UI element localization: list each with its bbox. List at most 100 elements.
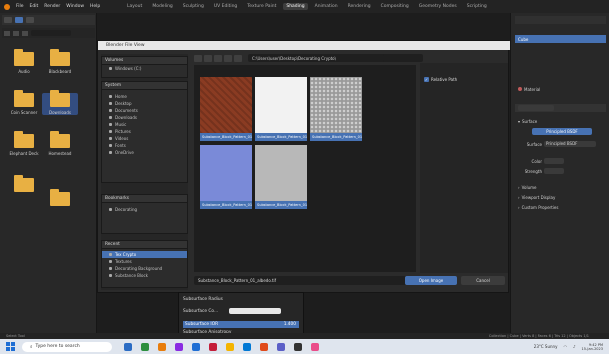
folder-item[interactable]: Blackbeard xyxy=(42,49,78,74)
parent-folder-icon[interactable] xyxy=(214,55,222,62)
system-item[interactable]: Videos xyxy=(102,135,187,142)
left-path-field[interactable] xyxy=(31,30,71,36)
folder-item[interactable]: Coin Scanner xyxy=(6,90,42,115)
select-button[interactable] xyxy=(26,17,34,23)
taskbar-app-icon[interactable] xyxy=(158,342,166,351)
system-item[interactable]: Fonts xyxy=(102,142,187,149)
folder-item[interactable]: Elephant Deck xyxy=(6,131,42,156)
folder-item[interactable]: Audio xyxy=(6,49,42,74)
view-button[interactable] xyxy=(15,17,23,23)
volume-icon[interactable]: ♪ xyxy=(573,344,576,349)
system-item[interactable]: Documents xyxy=(102,107,187,114)
image-thumbnail[interactable]: Substance_Block_Pattern_01_ao.tif xyxy=(255,77,307,141)
workspace-tab[interactable]: Texture Paint xyxy=(244,3,279,10)
recent-item[interactable]: Textures xyxy=(102,258,187,265)
viewport-display-section[interactable]: › Viewport Display xyxy=(515,193,606,201)
windows-start-icon[interactable] xyxy=(6,342,15,351)
system-item[interactable]: Desktop xyxy=(102,100,187,107)
system-item[interactable]: Downloads xyxy=(102,114,187,121)
workspace-tab[interactable]: Rendering xyxy=(345,3,374,10)
workspace-tab[interactable]: UV Editing xyxy=(211,3,240,10)
forward-arrow-icon[interactable] xyxy=(204,55,212,62)
taskbar-app-icon[interactable] xyxy=(243,342,251,351)
popup-text-field[interactable] xyxy=(229,308,282,314)
strength-field[interactable] xyxy=(544,168,564,174)
blender-logo-icon[interactable] xyxy=(4,3,10,10)
bookmarks-header[interactable]: Bookmarks xyxy=(105,196,129,201)
back-arrow-icon[interactable] xyxy=(4,30,10,36)
menu-help[interactable]: Help xyxy=(90,4,100,9)
menu-render[interactable]: Render xyxy=(44,4,60,9)
filename-field[interactable]: Substance_Block_Pattern_01_albedo.tif xyxy=(194,276,414,285)
open-image-button[interactable]: Open Image xyxy=(405,276,457,285)
taskbar-app-icon[interactable] xyxy=(226,342,234,351)
editor-type-icon[interactable] xyxy=(4,17,12,23)
menu-window[interactable]: Window xyxy=(66,4,84,9)
folder-icon[interactable] xyxy=(50,189,70,206)
use-nodes-button[interactable]: Principled BSDF xyxy=(532,127,592,135)
surface-shader-field[interactable]: Principled BSDF xyxy=(544,141,596,147)
taskbar-app-icon[interactable] xyxy=(192,342,200,351)
back-arrow-icon[interactable] xyxy=(194,55,202,62)
popup-row-2[interactable]: Subsurface IOR 1.400 xyxy=(183,321,299,328)
image-thumbnail[interactable]: Substance_Block_Pattern_01_height.tif xyxy=(310,77,362,141)
workspace-tab[interactable]: Scripting xyxy=(464,3,490,10)
forward-arrow-icon[interactable] xyxy=(13,30,19,36)
search-field[interactable] xyxy=(383,54,423,62)
taskbar-app-icon[interactable] xyxy=(124,342,132,351)
taskbar-app-icon[interactable] xyxy=(260,342,268,351)
workspace-tab[interactable]: Geometry Nodes xyxy=(416,3,460,10)
menu-file[interactable]: File xyxy=(16,4,24,9)
refresh-icon[interactable] xyxy=(224,55,232,62)
system-item[interactable]: OneDrive xyxy=(102,149,187,156)
menu-edit[interactable]: Edit xyxy=(30,4,39,9)
recent-item[interactable]: Tex Crypto xyxy=(102,251,187,258)
folder-item[interactable]: Downloads xyxy=(42,90,78,115)
cancel-button[interactable]: Cancel xyxy=(461,276,505,285)
color-field[interactable] xyxy=(544,158,564,164)
volume-section[interactable]: › Volume xyxy=(515,183,606,191)
surface-section-header[interactable]: ▾ Surface xyxy=(515,117,606,125)
image-thumbnail[interactable]: Substance_Block_Pattern_01_albedo.tif xyxy=(200,77,252,141)
workspace-tab[interactable]: Shading xyxy=(283,3,308,10)
volumes-header[interactable]: Volumes xyxy=(105,58,123,63)
system-item[interactable]: Home xyxy=(102,93,187,100)
system-item[interactable]: Music xyxy=(102,121,187,128)
workspace-tab[interactable]: Animation xyxy=(312,3,341,10)
taskbar-app-icon[interactable] xyxy=(277,342,285,351)
image-thumbnail[interactable]: Substance_Block_Pattern_01_rough.tif xyxy=(255,145,307,209)
volume-item[interactable]: Windows (C:) xyxy=(102,65,187,72)
new-folder-icon[interactable] xyxy=(234,55,242,62)
bookmark-item[interactable]: Decorating xyxy=(102,206,187,213)
custom-properties-section[interactable]: › Custom Properties xyxy=(515,203,606,211)
material-slot-row[interactable]: Material xyxy=(515,85,606,93)
taskbar-app-icon[interactable] xyxy=(311,342,319,351)
taskbar-app-icon[interactable] xyxy=(209,342,217,351)
outliner-selected-row[interactable]: Cube xyxy=(515,35,606,43)
popup-row-1[interactable]: Subsurface Co... xyxy=(183,308,282,314)
checkbox-checked-icon[interactable]: ✓ xyxy=(424,77,429,82)
workspace-tab[interactable]: Sculpting xyxy=(180,3,207,10)
workspace-tab[interactable]: Layout xyxy=(124,3,145,10)
wifi-icon[interactable]: ◠ xyxy=(563,344,567,349)
parent-folder-icon[interactable] xyxy=(22,30,28,36)
material-selector[interactable] xyxy=(515,104,606,112)
recent-item[interactable]: Substance Block xyxy=(102,272,187,279)
folder-item[interactable]: Homestead xyxy=(42,131,78,156)
taskbar-app-icon[interactable] xyxy=(294,342,302,351)
material-field[interactable] xyxy=(518,105,554,111)
taskbar-app-icon[interactable] xyxy=(175,342,183,351)
image-thumbnail[interactable]: Substance_Block_Pattern_01_normal.tif xyxy=(200,145,252,209)
taskbar-app-icon[interactable] xyxy=(141,342,149,351)
system-item[interactable]: Pictures xyxy=(102,128,187,135)
workspace-tab[interactable]: Compositing xyxy=(378,3,412,10)
taskbar-search[interactable]: ⌕ Type here to search xyxy=(22,341,112,352)
recent-item[interactable]: Decorating Background xyxy=(102,265,187,272)
folder-icon[interactable] xyxy=(14,175,34,192)
clock[interactable]: 9:42 PM 15-Jan-2023 xyxy=(582,343,603,351)
weather-text[interactable]: 23°C Sunny xyxy=(534,344,558,349)
relative-path-option[interactable]: ✓ Relative Path xyxy=(424,77,457,82)
workspace-tab[interactable]: Modeling xyxy=(149,3,175,10)
recent-header[interactable]: Recent xyxy=(105,242,120,247)
system-header[interactable]: System xyxy=(105,83,121,88)
